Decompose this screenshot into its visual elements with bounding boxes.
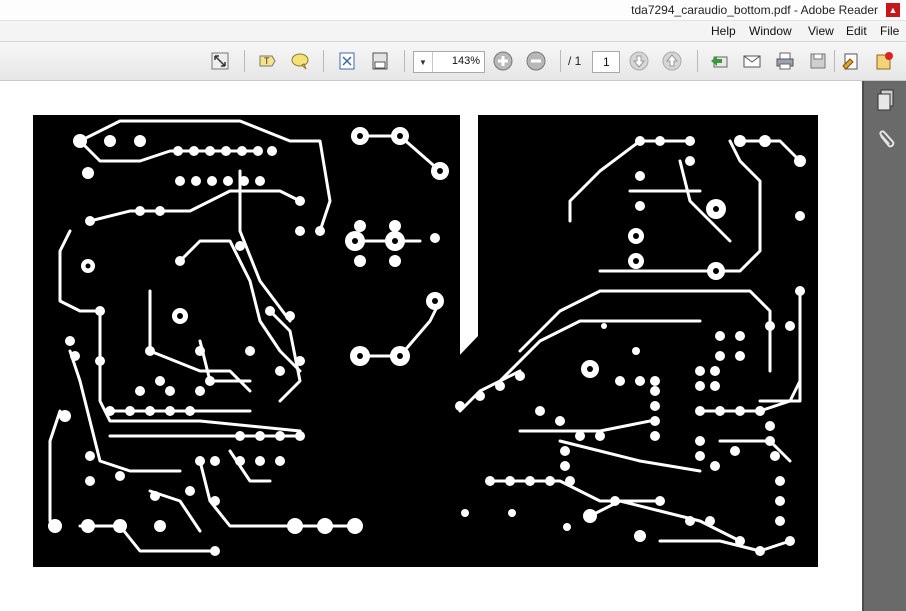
comment-icon[interactable] [287,48,313,74]
navigation-panel [862,81,906,611]
menu-edit[interactable]: Edit [846,24,867,38]
zoom-out-icon[interactable] [523,48,549,74]
pcb-drawing [33,115,818,567]
menu-help[interactable]: Help [711,24,736,38]
menu-view[interactable]: View [808,24,834,38]
share-icon[interactable] [706,48,732,74]
toolbar: 1 / 1 ▼ 143% T [0,42,906,81]
zoom-value: 143% [451,55,480,67]
create-pdf-icon[interactable] [871,48,897,74]
menu-file[interactable]: File [880,24,899,38]
save-copy-icon[interactable] [367,48,393,74]
menu-window[interactable]: Window [749,24,792,38]
previous-page-icon[interactable] [659,48,685,74]
fullscreen-icon[interactable] [207,48,233,74]
sign-icon[interactable] [838,48,864,74]
page-number-input[interactable]: 1 [592,51,620,73]
next-page-icon[interactable] [626,48,652,74]
save-icon[interactable] [805,48,831,74]
document-viewport[interactable] [0,81,862,611]
menu-bar: File Edit View Window Help [0,21,906,42]
page-current: 1 [603,55,610,69]
pages-panel-icon[interactable] [874,87,898,113]
highlight-icon[interactable]: T [254,48,280,74]
zoom-level-select[interactable]: ▼ 143% [413,51,485,73]
window-title: tda7294_caraudio_bottom.pdf - Adobe Read… [631,3,878,17]
email-icon[interactable] [739,48,765,74]
svg-text:T: T [264,56,270,66]
print-icon[interactable] [772,48,798,74]
attachments-icon[interactable] [874,127,898,153]
adobe-pdf-icon: ▲ [886,3,900,17]
fit-page-icon[interactable] [334,48,360,74]
page-total: / 1 [568,54,582,68]
zoom-in-icon[interactable] [490,48,516,74]
chevron-down-icon[interactable]: ▼ [414,52,433,72]
title-bar: tda7294_caraudio_bottom.pdf - Adobe Read… [0,0,906,21]
